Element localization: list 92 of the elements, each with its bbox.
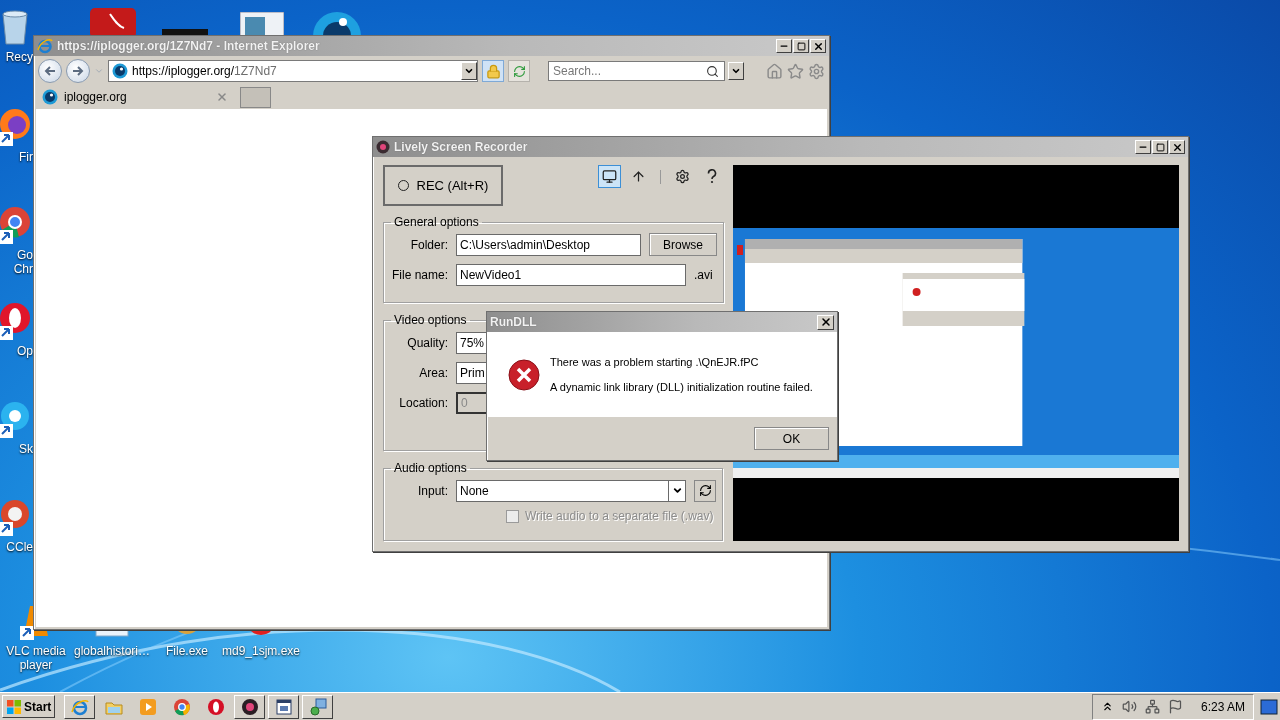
minimize-button[interactable] xyxy=(776,39,792,53)
field-label: File name: xyxy=(390,267,448,282)
desktop-icon-label[interactable]: Go Chr xyxy=(13,248,33,276)
desktop-icon-label[interactable]: Recy xyxy=(5,50,33,64)
browse-button[interactable]: Browse xyxy=(649,233,717,256)
maximize-button[interactable] xyxy=(1152,140,1168,154)
field-label: Quality: xyxy=(406,335,448,350)
refresh-button[interactable] xyxy=(694,479,716,502)
flag-icon[interactable] xyxy=(1167,699,1183,714)
browser-shortcut-icon xyxy=(0,300,33,340)
window-icon xyxy=(274,697,293,716)
group-title: Video options xyxy=(393,313,468,327)
error-message: There was a problem starting .\QnEJR.fPC xyxy=(550,356,760,368)
address-field[interactable]: https://iplogger.org/1Z7Nd7 xyxy=(108,60,478,82)
show-desktop-icon[interactable] xyxy=(1260,698,1278,715)
field-label: Area: xyxy=(418,365,448,380)
chrome-icon xyxy=(172,697,191,716)
forward-arrow-icon xyxy=(71,64,85,78)
start-button[interactable]: Start xyxy=(2,695,56,718)
taskbar-button[interactable] xyxy=(302,694,334,719)
maximize-button[interactable] xyxy=(793,39,809,53)
taskbar-button[interactable] xyxy=(64,694,96,719)
dropdown-button[interactable] xyxy=(728,62,744,80)
field-label: Input: xyxy=(416,483,448,498)
dialog-title: RunDLL xyxy=(490,315,538,329)
record-button[interactable]: REC (Alt+R) xyxy=(383,165,503,206)
network-app-icon xyxy=(308,697,327,716)
desktop-icon-label[interactable]: Sk xyxy=(19,442,33,456)
favorites-star-icon[interactable] xyxy=(787,62,804,80)
error-icon xyxy=(508,358,540,391)
error-message: A dynamic link library (DLL) initialization routine failed. xyxy=(550,381,813,393)
close-icon xyxy=(812,40,824,52)
file-extension: .avi xyxy=(694,267,713,282)
monitor-icon xyxy=(602,169,617,184)
window-icon xyxy=(240,12,284,36)
clock[interactable]: 6:23 AM xyxy=(1200,699,1245,714)
browser-shortcut-icon xyxy=(0,204,33,244)
url-text: https://iplogger.org/1Z7Nd7 xyxy=(132,64,278,78)
close-icon xyxy=(1171,141,1183,153)
settings-icon xyxy=(675,169,690,184)
caret-icon xyxy=(464,66,474,76)
app-icon xyxy=(162,29,208,35)
back-button[interactable] xyxy=(38,59,62,83)
desktop-icon-label[interactable]: Op xyxy=(17,344,33,358)
help-icon xyxy=(705,169,718,184)
ok-button[interactable]: OK xyxy=(754,427,829,450)
caret-icon xyxy=(731,66,741,76)
pdf-app-icon xyxy=(90,8,136,38)
window-title: Lively Screen Recorder xyxy=(394,140,529,154)
eye-logo-icon xyxy=(112,63,128,79)
record-logo-icon xyxy=(376,140,390,154)
volume-icon[interactable] xyxy=(1121,699,1137,714)
field-label: Folder: xyxy=(409,237,448,252)
search-field[interactable]: Search... xyxy=(548,61,725,81)
windows-logo-icon xyxy=(6,698,22,715)
minimize-button[interactable] xyxy=(1135,140,1151,154)
browser-logo-icon xyxy=(37,38,53,54)
back-arrow-icon xyxy=(43,64,57,78)
file-name-field[interactable]: NewVideo1 xyxy=(456,263,686,286)
refresh-icon xyxy=(512,64,526,78)
caret-icon xyxy=(671,485,683,496)
desktop-icon-label[interactable]: Fir xyxy=(19,150,33,164)
field-label: Location: xyxy=(398,395,448,410)
lock-icon xyxy=(485,63,501,79)
desktop-icon-label[interactable]: CCle xyxy=(6,540,33,554)
taskbar-button[interactable] xyxy=(234,694,266,719)
desktop-icon-label[interactable]: VLC media player xyxy=(6,644,66,672)
toolbar-button[interactable] xyxy=(598,165,621,188)
maximize-icon xyxy=(796,41,806,51)
maximize-icon xyxy=(1155,142,1165,152)
dropdown-button[interactable] xyxy=(461,62,477,80)
taskbar-button[interactable] xyxy=(268,694,300,719)
close-button[interactable] xyxy=(810,39,826,53)
refresh-icon xyxy=(698,484,712,497)
record-icon xyxy=(240,697,259,716)
close-button[interactable] xyxy=(1169,140,1185,154)
forward-button[interactable] xyxy=(66,59,90,83)
group-title: General options xyxy=(393,215,480,229)
search-icon[interactable] xyxy=(706,65,719,78)
browser-icon xyxy=(70,697,89,716)
group-title: Audio options xyxy=(393,461,468,475)
opera-icon xyxy=(206,697,225,716)
input-dropdown[interactable]: None xyxy=(456,479,686,502)
checkbox-label: Write audio to a separate file (.wav) xyxy=(525,509,714,523)
close-icon xyxy=(819,316,832,328)
browser-shortcut-icon xyxy=(0,106,33,146)
eye-logo-icon xyxy=(42,89,58,105)
network-icon[interactable] xyxy=(1144,699,1160,714)
close-button[interactable] xyxy=(817,314,834,330)
media-player-icon xyxy=(138,697,157,716)
window-title: https://iplogger.org/1Z7Nd7 - Internet Explorer xyxy=(57,39,321,53)
folder-field[interactable]: C:\Users\admin\Desktop xyxy=(456,233,641,256)
